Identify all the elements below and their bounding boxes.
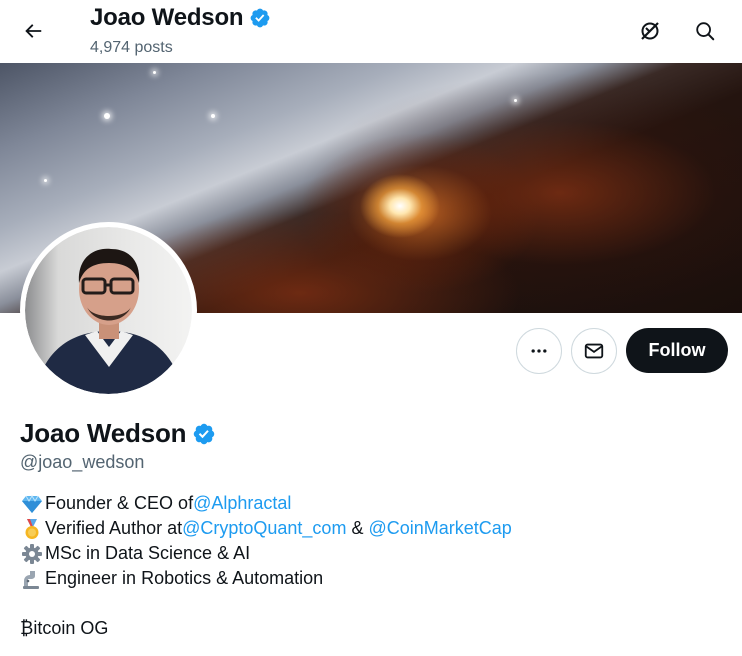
bio-text: Founder & CEO of	[45, 493, 194, 513]
mail-icon	[584, 343, 604, 359]
search-button[interactable]	[686, 12, 724, 50]
bio-line: Engineer in Robotics & Automation	[20, 566, 720, 591]
mechanical-arm-emoji	[20, 567, 43, 590]
profile-bio: Founder & CEO of @Alphractal Verified Au…	[20, 491, 720, 641]
bio-text: MSc in Data Science & AI	[45, 543, 251, 563]
header-name: Joao Wedson	[90, 4, 244, 31]
message-button[interactable]	[571, 328, 617, 374]
posts-count: 4,974 posts	[90, 39, 173, 56]
banner-star	[514, 99, 517, 102]
medal-emoji	[20, 517, 43, 540]
gem-emoji	[20, 492, 43, 515]
verified-badge-icon[interactable]	[192, 422, 216, 446]
cryptoquant-link[interactable]: @CryptoQuant_com	[182, 516, 346, 541]
follow-button[interactable]: Follow	[626, 328, 728, 373]
top-bar: Joao Wedson 4,974 posts	[0, 0, 742, 63]
banner-star	[104, 113, 110, 119]
header-title: Joao Wedson	[90, 4, 271, 32]
avatar-image	[25, 227, 192, 394]
display-name: Joao Wedson	[20, 418, 187, 448]
grok-button[interactable]	[631, 12, 669, 50]
bio-separator: &	[346, 518, 369, 538]
profile-avatar[interactable]	[20, 222, 197, 399]
bio-text: ₿itcoin OG	[20, 618, 109, 638]
back-button[interactable]	[14, 12, 52, 50]
profile-handle: @joao_wedson	[20, 452, 145, 472]
grok-icon	[641, 22, 659, 40]
avatar-portrait	[35, 248, 183, 394]
banner-star	[44, 179, 47, 182]
banner-star	[211, 114, 215, 118]
profile-name-row: Joao Wedson	[20, 418, 216, 449]
bio-text: Verified Author at	[45, 518, 183, 538]
arrow-left-icon	[25, 24, 42, 38]
more-button[interactable]	[516, 328, 562, 374]
gear-emoji	[20, 542, 43, 565]
search-icon	[696, 22, 715, 41]
bio-line: Verified Author at @CryptoQuant_com & @C…	[20, 516, 720, 541]
bio-spacer	[20, 591, 720, 616]
bio-line: ₿itcoin OG	[20, 616, 720, 641]
bio-line: MSc in Data Science & AI	[20, 541, 720, 566]
coinmarketcap-link[interactable]: @CoinMarketCap	[368, 516, 511, 541]
more-icon	[531, 349, 547, 353]
verified-badge-icon	[250, 8, 270, 28]
bio-text: Engineer in Robotics & Automation	[45, 568, 324, 588]
bio-line: Founder & CEO of @Alphractal	[20, 491, 720, 516]
banner-star	[153, 71, 156, 74]
alphractal-link[interactable]: @Alphractal	[193, 491, 291, 516]
